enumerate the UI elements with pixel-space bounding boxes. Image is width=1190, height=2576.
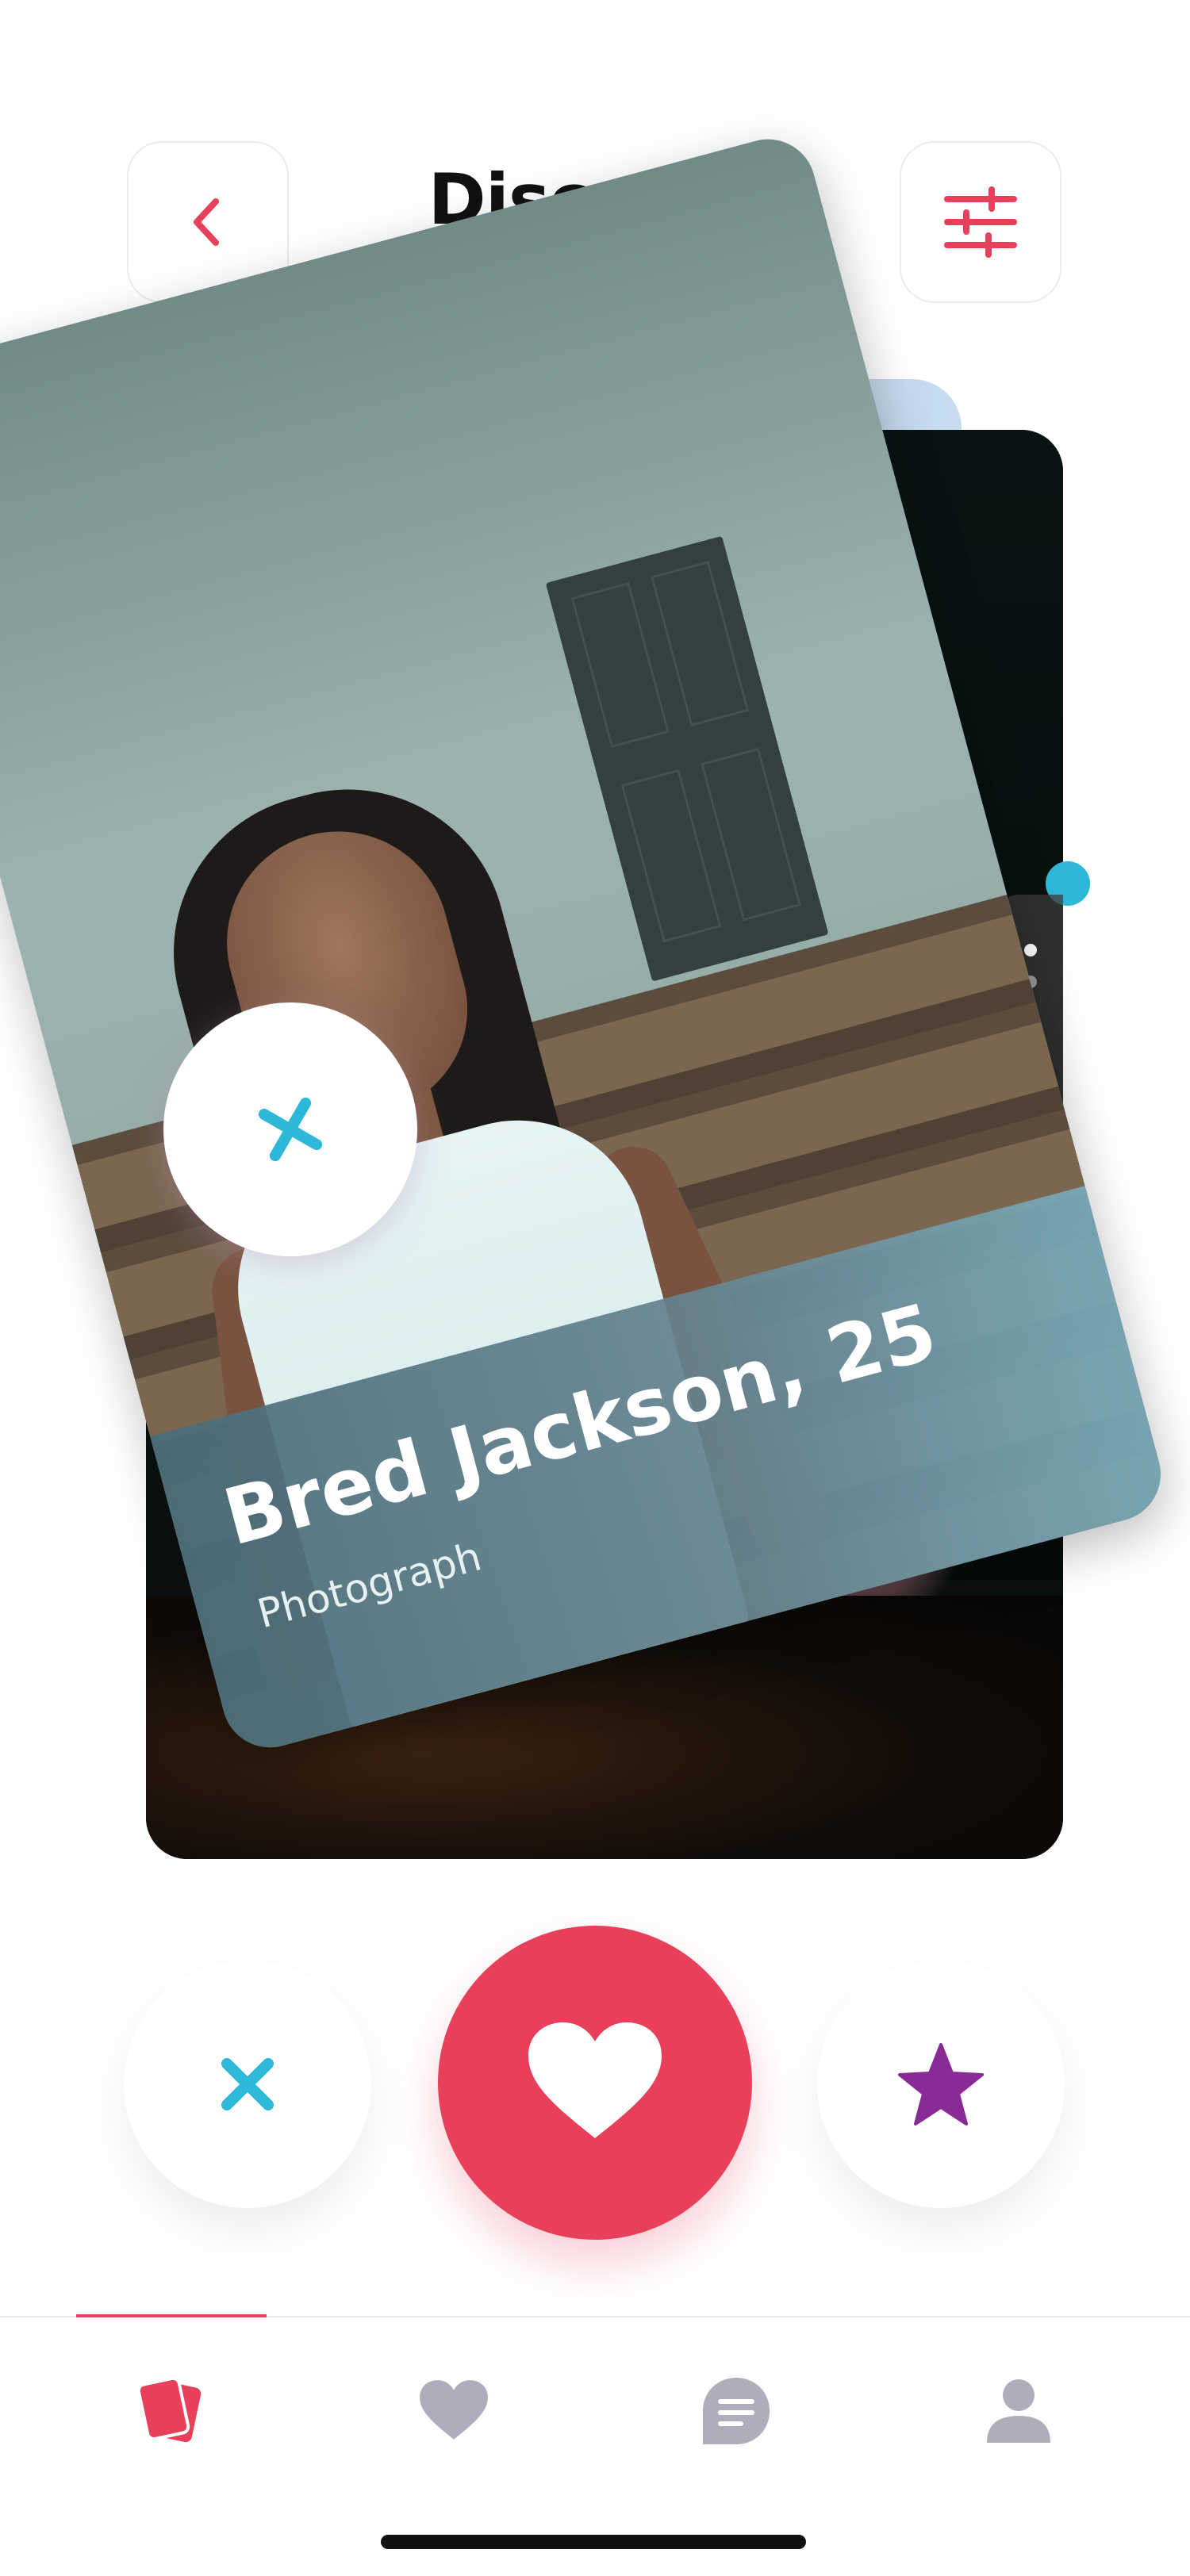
sliders-icon: [944, 186, 1017, 258]
profile-card[interactable]: Bred Jackson, 25 Photograph: [0, 128, 1172, 1758]
x-icon: [221, 2058, 274, 2110]
person-icon: [987, 2379, 1050, 2443]
tab-profile[interactable]: [971, 2363, 1066, 2459]
dismiss-button[interactable]: [124, 1961, 371, 2208]
superlike-button[interactable]: [817, 1961, 1065, 2208]
chat-icon: [703, 2378, 770, 2444]
heart-icon: [420, 2380, 488, 2440]
home-indicator: [381, 2535, 806, 2549]
profile-photo: Bred Jackson, 25 Photograph: [0, 128, 1172, 1758]
star-icon: [898, 2043, 984, 2126]
filter-button[interactable]: [900, 141, 1061, 303]
page-dot-active[interactable]: [1024, 944, 1037, 956]
cards-icon: [136, 2376, 202, 2443]
dismiss-overlay-badge: [163, 1002, 417, 1256]
active-tab-indicator: [76, 2314, 267, 2317]
x-icon: [258, 1097, 323, 1162]
tab-messages[interactable]: [689, 2363, 784, 2459]
heart-icon: [528, 2022, 662, 2138]
tab-discover[interactable]: [124, 2363, 219, 2459]
tab-matches[interactable]: [406, 2363, 501, 2459]
like-button[interactable]: [438, 1926, 752, 2240]
